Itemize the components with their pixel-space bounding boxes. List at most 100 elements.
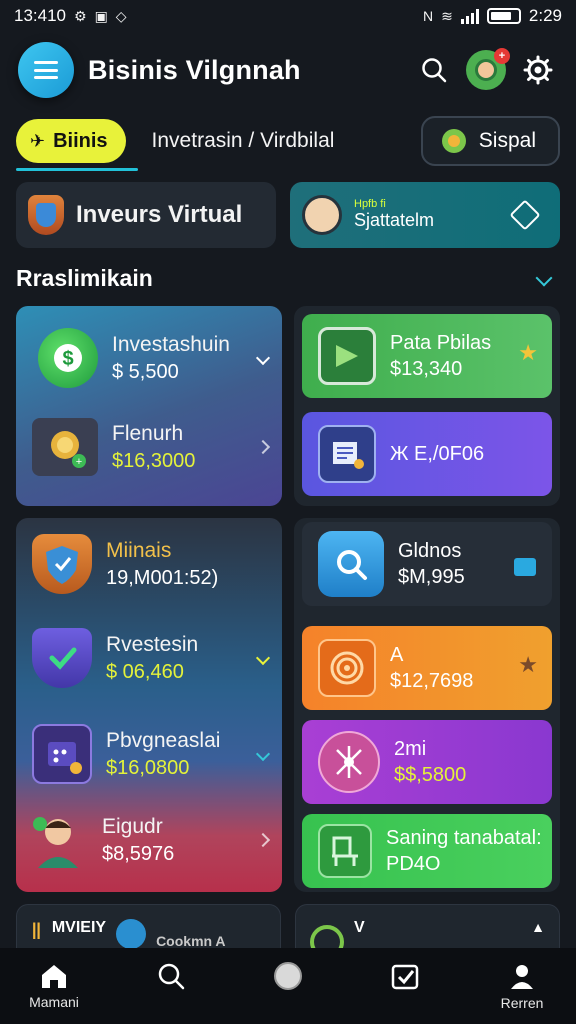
profile-card[interactable]: Hpfb fi Sjattatelm [290, 182, 560, 248]
quick-row: Inveurs Virtual Hpfb fi Sjattatelm [16, 182, 560, 248]
tab-biinis-label: Biinis [53, 129, 108, 152]
notification-badge: + [494, 48, 510, 64]
tile-pata-pbilas[interactable]: Pata Pbilas $13,340 ★ [302, 314, 552, 398]
target-icon [318, 639, 376, 697]
tile-value: $M,995 [398, 566, 465, 588]
chevron-down-icon[interactable] [255, 746, 271, 762]
tile-label: Saning tanabatal: [386, 827, 542, 849]
user-icon [511, 965, 533, 989]
tab-sispal[interactable]: Sispal [420, 116, 560, 166]
battery-icon [486, 8, 521, 24]
chevron-down-icon[interactable] [535, 269, 553, 287]
nav-tasks[interactable] [373, 961, 437, 1012]
nav-capture[interactable] [256, 960, 320, 1013]
tile-value: $$,5800 [394, 764, 467, 786]
partial-card-left[interactable]: Ⅱ MVIEIY Cookmn A [16, 904, 281, 948]
list-item[interactable]: Eigudr $8,5976 [16, 810, 282, 870]
tile-a[interactable]: A $12,7698 ★ [302, 626, 552, 710]
bottom-nav: Mamani Rerren [0, 948, 576, 1024]
status-time-right: 2:29 [528, 6, 562, 25]
row-label: Pbvgneaslai [106, 729, 221, 752]
tile-gldnos[interactable]: Gldnos $M,995 [302, 522, 552, 606]
list-item[interactable]: Pbvgneaslai $16,0800 [16, 724, 282, 784]
settings-button[interactable] [518, 50, 558, 90]
signal-icon [460, 8, 479, 24]
menu-button[interactable] [18, 42, 74, 98]
list-item[interactable]: $ Investashuin $ 5,500 [16, 328, 282, 388]
tile-label: Pata Pbilas [390, 332, 492, 354]
diamond-arrow-icon[interactable] [509, 199, 541, 231]
nav-profile[interactable]: Rerren [490, 961, 554, 1011]
virtual-investor-label: Inveurs Virtual [76, 201, 243, 228]
svg-text:$: $ [62, 348, 73, 370]
settings-icon [523, 55, 553, 85]
menu-icon [34, 61, 58, 79]
laptop-coin-icon: + [32, 418, 98, 476]
nav-search[interactable] [139, 961, 203, 1012]
section-title: Rraslimikain [16, 264, 153, 291]
tile-saning[interactable]: Saning tanabatal: PD4O [302, 814, 552, 888]
trophy-icon: Ⅱ [31, 919, 42, 944]
status-time-left: 13:410 [14, 6, 66, 25]
document-icon [318, 425, 376, 483]
tile-label: Gldnos [398, 540, 462, 562]
list-icon[interactable] [514, 558, 536, 576]
right-panel-1: Pata Pbilas $13,340 ★ Ж E,/0F06 [294, 306, 560, 506]
row-label: Rvestesin [106, 633, 199, 656]
wifi-icon: ≋ [441, 7, 453, 24]
row-label: Flenurh [112, 422, 184, 445]
chevron-right-icon[interactable] [255, 439, 271, 455]
star-icon[interactable]: ★ [518, 340, 538, 366]
chevron-down-icon[interactable] [255, 650, 271, 666]
active-tab-indicator [16, 168, 138, 171]
star-icon[interactable]: ★ [518, 652, 538, 678]
row-label: Eigudr [102, 815, 163, 838]
nav-home[interactable]: Mamani [22, 962, 86, 1010]
row-value: $16,0800 [106, 757, 190, 779]
row-value: $8,5976 [102, 843, 175, 865]
caret-up-icon[interactable]: ▲ [531, 919, 545, 935]
row-value: $ 5,500 [112, 361, 179, 383]
row-label: Investashuin [112, 333, 230, 356]
person-avatar-icon [302, 195, 342, 235]
partial-card-right[interactable]: V ▲ [295, 904, 560, 948]
avatar-small-icon [116, 919, 147, 948]
status-bar: 13:410 ⚙ ▣ ◇ N ≋ 2:29 [0, 0, 576, 32]
tile-document[interactable]: Ж E,/0F06 [302, 412, 552, 496]
bottom-partial-cards: Ⅱ MVIEIY Cookmn A V ▲ [16, 904, 560, 948]
search-icon [422, 58, 447, 83]
presentation-icon [318, 327, 376, 385]
tab-sispal-label: Sispal [478, 129, 536, 152]
dollar-coin-icon: $ [38, 328, 98, 388]
chevron-down-icon[interactable] [255, 350, 271, 366]
avatar[interactable]: + [466, 48, 510, 90]
nfc-icon: N [423, 8, 434, 24]
row-value: 19,M001:52) [106, 567, 219, 589]
list-item[interactable]: Miinais 19,M001:52) [16, 534, 282, 594]
list-item[interactable]: + Flenurh $16,3000 [16, 418, 282, 476]
virtual-investor-card[interactable]: Inveurs Virtual [16, 182, 276, 248]
chair-icon [318, 824, 372, 878]
rocket-icon: ✈ [30, 130, 46, 151]
tile-label: 2mi [394, 738, 427, 760]
profile-label: Sjattatelm [354, 210, 435, 230]
tile-value: Ж E,/0F06 [390, 443, 485, 465]
profile-small-label: Hpfb fi [354, 198, 386, 210]
tile-2mi[interactable]: 2mi $$,5800 [302, 720, 552, 804]
row-value: $ 06,460 [106, 661, 184, 683]
left-panel-2: Miinais 19,M001:52) Rvestesin $ 06,460 P… [16, 518, 282, 892]
partial-card-left-label: MVIEIY [51, 919, 107, 936]
tab-biinis[interactable]: ✈ Biinis [16, 119, 126, 163]
list-item[interactable]: Rvestesin $ 06,460 [16, 628, 282, 688]
partial-card-left-suffix: Cookmn A [156, 933, 226, 948]
target-small-icon [310, 925, 344, 948]
search-icon [158, 963, 185, 989]
row-value: $16,3000 [112, 450, 196, 472]
chevron-right-icon[interactable] [255, 832, 271, 848]
app-header: Bisinis Vilgnnah + [0, 38, 576, 102]
shield-icon [28, 195, 64, 235]
home-icon [42, 965, 66, 988]
tab-investasi[interactable]: Invetrasin / Virdbilal [152, 129, 421, 153]
search-button[interactable] [414, 50, 454, 90]
shield-check-icon [32, 628, 92, 688]
